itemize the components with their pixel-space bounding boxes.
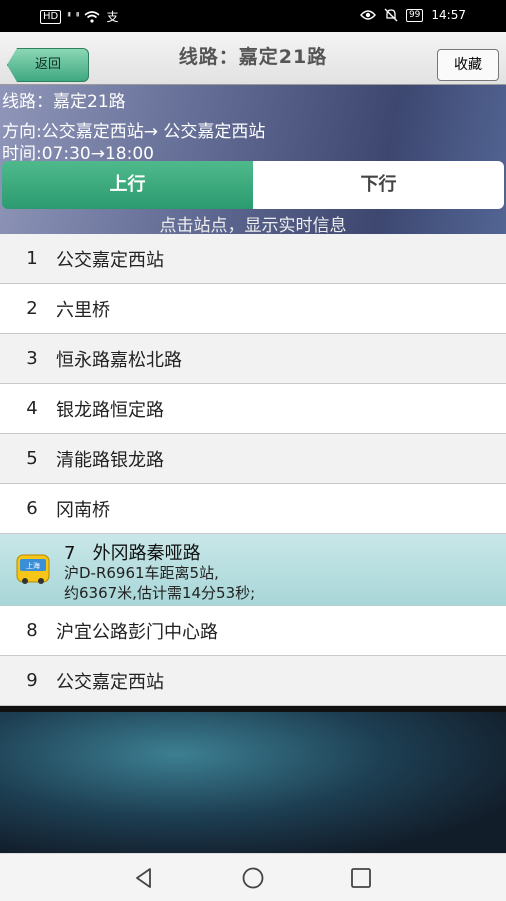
- station-name: 清能路银龙路: [56, 449, 164, 471]
- station-name: 冈南桥: [56, 499, 110, 521]
- station-number: 9: [26, 670, 38, 691]
- station-name: 公交嘉定西站: [56, 249, 164, 271]
- wifi-icon: [84, 10, 101, 23]
- station-row[interactable]: 9 公交嘉定西站: [0, 656, 506, 706]
- station-number: 3: [26, 348, 38, 369]
- back-triangle-icon[interactable]: [132, 866, 156, 890]
- station-number: 1: [26, 248, 38, 269]
- recents-square-icon[interactable]: [349, 866, 373, 890]
- home-circle-icon[interactable]: [241, 866, 265, 890]
- eye-icon: [360, 10, 376, 20]
- hd-icon: HD: [40, 9, 62, 24]
- station-row[interactable]: 3 恒永路嘉松北路: [0, 334, 506, 384]
- battery-icon: 99: [405, 8, 424, 22]
- station-number: 7: [64, 543, 76, 564]
- bus-icon-label: 上海: [26, 561, 40, 570]
- signal-icon-1: ⁱˡˡ: [67, 10, 71, 23]
- station-name: 六里桥: [56, 299, 110, 321]
- realtime-info-line2: 约6367米,估计需14分53秒;: [64, 584, 256, 602]
- station-name: 外冈路秦哑路: [92, 543, 201, 564]
- station-number: 8: [26, 620, 38, 641]
- page-title: 线路：嘉定21路: [178, 46, 328, 68]
- station-name: 银龙路恒定路: [56, 399, 164, 421]
- status-bar: HD ⁱˡˡ ⁱˡˡ 支 99 14:57: [0, 0, 506, 32]
- tab-down[interactable]: 下行: [253, 161, 504, 209]
- station-row[interactable]: 1 公交嘉定西站: [0, 234, 506, 284]
- station-name: 沪宜公路彭门中心路: [56, 621, 218, 643]
- route-name: 线路：嘉定21路: [2, 92, 126, 112]
- background-image: [0, 712, 506, 853]
- signal-icon-2: ⁱˡˡ: [75, 10, 80, 23]
- station-number: 2: [26, 298, 38, 319]
- header-bar: 返回 线路：嘉定21路 收藏: [0, 32, 506, 85]
- mute-icon: [384, 8, 398, 22]
- station-list: 1 公交嘉定西站 2 六里桥 3 恒永路嘉松北路 4 银龙路恒定路 5 清能路银…: [0, 234, 506, 706]
- station-name: 公交嘉定西站: [56, 671, 164, 693]
- realtime-info-line1: 沪D-R6961车距离5站,: [64, 564, 219, 582]
- route-info-panel: 线路：嘉定21路 方向:公交嘉定西站→ 公交嘉定西站 时间:07:30→18:0…: [0, 85, 506, 236]
- station-number: 6: [26, 498, 38, 519]
- station-number: 4: [26, 398, 38, 419]
- favorite-button[interactable]: 收藏: [437, 49, 499, 81]
- clock: 14:57: [431, 8, 466, 22]
- tab-up[interactable]: 上行: [2, 161, 253, 209]
- station-row[interactable]: 8 沪宜公路彭门中心路: [0, 606, 506, 656]
- station-row[interactable]: 2 六里桥: [0, 284, 506, 334]
- status-left: HD ⁱˡˡ ⁱˡˡ 支: [40, 8, 119, 25]
- station-name: 恒永路嘉松北路: [56, 349, 182, 371]
- system-nav-bar: [0, 853, 506, 901]
- hint-text: 点击站点，显示实时信息: [159, 216, 347, 236]
- station-row-selected[interactable]: 上海 7 外冈路秦哑路 沪D-R6961车距离5站, 约6367米,估计需14分…: [0, 534, 506, 606]
- station-row[interactable]: 4 银龙路恒定路: [0, 384, 506, 434]
- station-row[interactable]: 6 冈南桥: [0, 484, 506, 534]
- bus-icon: 上海: [16, 554, 50, 584]
- alipay-icon: 支: [106, 10, 119, 24]
- status-right: 99 14:57: [360, 8, 466, 22]
- station-number: 5: [26, 448, 38, 469]
- direction-tabs: 上行 下行: [2, 161, 504, 209]
- station-row[interactable]: 5 清能路银龙路: [0, 434, 506, 484]
